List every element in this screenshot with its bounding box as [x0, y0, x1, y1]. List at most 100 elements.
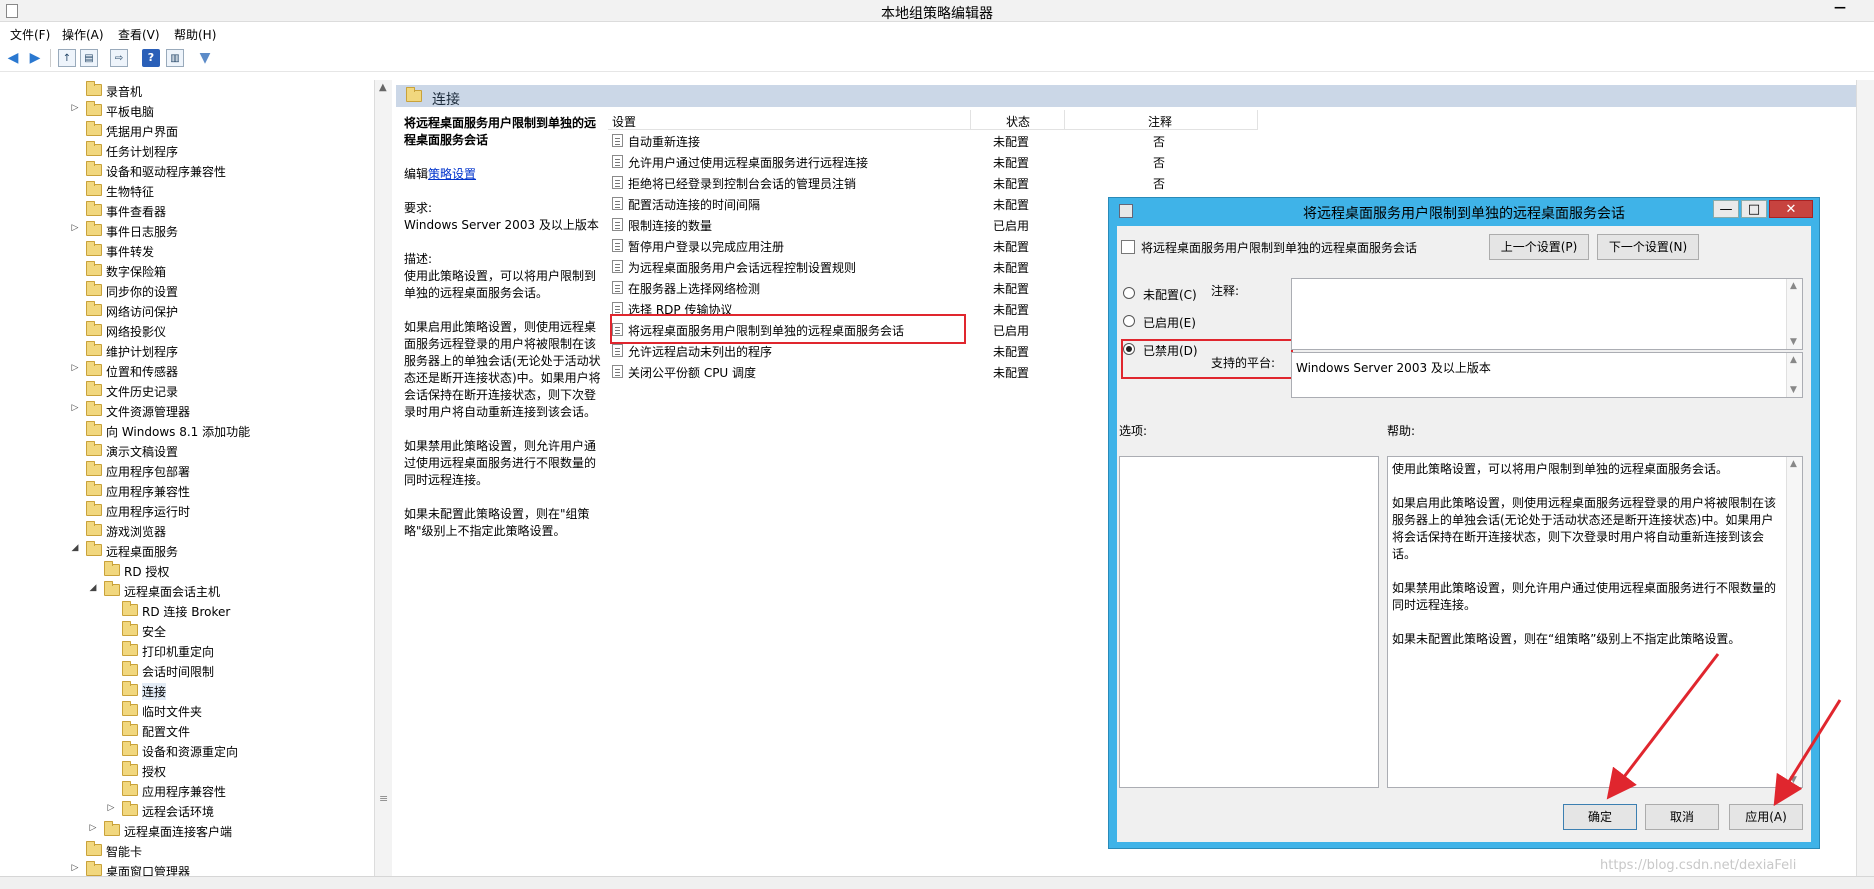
description-p2: 如果启用此策略设置，则使用远程桌面服务远程登录的用户将被限制在该服务器上的单独会… [404, 320, 601, 419]
up-folder-icon[interactable]: ↑ [58, 49, 76, 67]
cell-setting: 在服务器上选择网络检测 [628, 282, 761, 296]
dialog-close-button[interactable]: ✕ [1769, 200, 1813, 218]
tree-expander-icon[interactable]: ▷ [88, 823, 98, 833]
folder-icon [122, 741, 138, 756]
help-icon[interactable]: ? [142, 49, 160, 67]
tree-expander-icon[interactable]: ▷ [70, 403, 80, 413]
policy-description: 将远程桌面服务用户限制到单独的远程桌面服务会话 编辑策略设置 要求: Window… [404, 115, 606, 557]
tree-expander-icon[interactable]: ▷ [70, 223, 80, 233]
filter-icon[interactable]: ▼ [196, 49, 214, 67]
policy-setting-icon [612, 365, 623, 378]
edit-policy-link[interactable]: 策略设置 [428, 167, 476, 181]
folder-icon [86, 201, 102, 216]
show-hide-tree-icon[interactable]: ▤ [80, 49, 98, 67]
description-title: 将远程桌面服务用户限制到单独的远程桌面服务会话 [404, 116, 597, 147]
cell-state: 未配置 [993, 135, 1030, 149]
cell-comment: 否 [1153, 135, 1166, 149]
next-setting-button[interactable]: 下一个设置(N) [1597, 234, 1699, 260]
folder-icon [86, 481, 102, 496]
properties-icon[interactable]: ▥ [166, 49, 184, 67]
column-comment[interactable]: 注释 [1148, 113, 1172, 130]
scroll-up-icon[interactable]: ▲ [379, 82, 387, 93]
comment-scrollbar[interactable]: ▲ ▼ [1786, 279, 1802, 349]
tree-item-label: 应用程序运行时 [106, 505, 191, 519]
tree-item-label: 会话时间限制 [142, 665, 215, 679]
cell-state: 未配置 [993, 156, 1030, 170]
menu-help[interactable]: 帮助(H) [174, 26, 216, 43]
folder-icon [86, 301, 102, 316]
platform-label: 支持的平台: [1211, 356, 1276, 370]
requirements-value: Windows Server 2003 及以上版本 [404, 218, 599, 232]
policy-setting-icon [612, 260, 623, 273]
policy-setting-icon [612, 281, 623, 294]
cancel-button[interactable]: 取消 [1645, 804, 1719, 830]
minimize-button[interactable]: — [1826, 0, 1854, 20]
tree-item-label: 任务计划程序 [106, 145, 179, 159]
table-row[interactable]: 拒绝将已经登录到控制台会话的管理员注销 未配置 否 [608, 172, 1258, 193]
tree-item-label: 录音机 [106, 85, 143, 99]
policy-setting-icon [612, 155, 623, 168]
folder-icon [86, 541, 102, 556]
dialog-maximize-button[interactable]: □ [1741, 200, 1767, 218]
policy-setting-icon [612, 218, 623, 231]
tree-item-label: 文件资源管理器 [106, 405, 191, 419]
ok-button[interactable]: 确定 [1563, 804, 1637, 830]
forward-arrow-icon[interactable]: ▶ [26, 49, 44, 67]
cell-state: 未配置 [993, 240, 1030, 254]
description-p1: 使用此策略设置，可以将用户限制到单独的远程桌面服务会话。 [404, 269, 597, 300]
menu-bar: 文件(F) 操作(A) 查看(V) 帮助(H) [0, 22, 1874, 44]
folder-icon [122, 621, 138, 636]
folder-icon [86, 181, 102, 196]
help-p3: 如果禁用此策略设置，则允许用户通过使用远程桌面服务进行不限数量的同时远程连接。 [1392, 581, 1777, 612]
tree-expander-icon[interactable]: ▷ [70, 103, 80, 113]
scroll-grip-icon[interactable]: ≡ [379, 792, 388, 805]
apply-button[interactable]: 应用(A) [1729, 804, 1803, 830]
menu-file[interactable]: 文件(F) [10, 26, 50, 43]
tree-item-label: 向 Windows 8.1 添加功能 [106, 425, 251, 439]
folder-icon [86, 121, 102, 136]
tree-item-label: 平板电脑 [106, 105, 155, 119]
tree-item-label: 授权 [142, 765, 167, 779]
radio-dot[interactable] [1123, 287, 1135, 299]
tree-expander-icon[interactable]: ◢ [88, 583, 98, 593]
help-scrollbar[interactable]: ▲ ▼ [1786, 457, 1802, 787]
tree-expander-icon[interactable]: ▷ [70, 363, 80, 373]
folder-icon [122, 801, 138, 816]
folder-icon [86, 441, 102, 456]
cell-setting: 暂停用户登录以完成应用注册 [628, 240, 785, 254]
tree-expander-icon[interactable]: ▷ [70, 863, 80, 873]
requirements-label: 要求: [404, 201, 433, 215]
tree-expander-icon[interactable]: ▷ [106, 803, 116, 813]
menu-action[interactable]: 操作(A) [62, 26, 104, 43]
back-arrow-icon[interactable]: ◀ [4, 49, 22, 67]
tree-item-label: 远程桌面连接客户端 [124, 825, 233, 839]
column-state[interactable]: 状态 [1006, 113, 1030, 130]
table-row[interactable]: 自动重新连接 未配置 否 [608, 130, 1258, 151]
cell-comment: 否 [1153, 177, 1166, 191]
menu-view[interactable]: 查看(V) [118, 26, 160, 43]
folder-icon [122, 601, 138, 616]
platform-scrollbar[interactable]: ▲ ▼ [1786, 353, 1802, 397]
column-setting[interactable]: 设置 [612, 113, 636, 130]
folder-icon [86, 341, 102, 356]
radio-dot[interactable] [1123, 315, 1135, 327]
radio-enabled-label: 已启用(E) [1143, 316, 1196, 330]
content-scrollbar[interactable] [1856, 80, 1874, 876]
prev-setting-button[interactable]: 上一个设置(P) [1489, 234, 1589, 260]
tree-expander-icon[interactable]: ◢ [70, 543, 80, 553]
cell-state: 未配置 [993, 366, 1030, 380]
help-label: 帮助: [1387, 424, 1416, 438]
help-p4: 如果未配置此策略设置，则在“组策略”级别上不指定此策略设置。 [1392, 632, 1741, 646]
folder-icon [104, 821, 120, 836]
tree-scrollbar[interactable]: ▲ ≡ [374, 80, 392, 876]
dialog-body: 将远程桌面服务用户限制到单独的远程桌面服务会话 上一个设置(P) 下一个设置(N… [1117, 226, 1811, 842]
tree-item-label: 智能卡 [106, 845, 143, 859]
toolbar: ◀ ▶ ↑ ▤ ⇨ ? ▥ ▼ [0, 44, 1874, 72]
comment-field[interactable]: ▲ ▼ [1291, 278, 1803, 350]
dialog-minimize-button[interactable]: — [1713, 200, 1739, 218]
export-list-icon[interactable]: ⇨ [110, 49, 128, 67]
table-row[interactable]: 允许用户通过使用远程桌面服务进行远程连接 未配置 否 [608, 151, 1258, 172]
content-header-title: 连接 [432, 92, 460, 108]
tree-item-label: 凭据用户界面 [106, 125, 179, 139]
cell-setting: 配置活动连接的时间间隔 [628, 198, 761, 212]
